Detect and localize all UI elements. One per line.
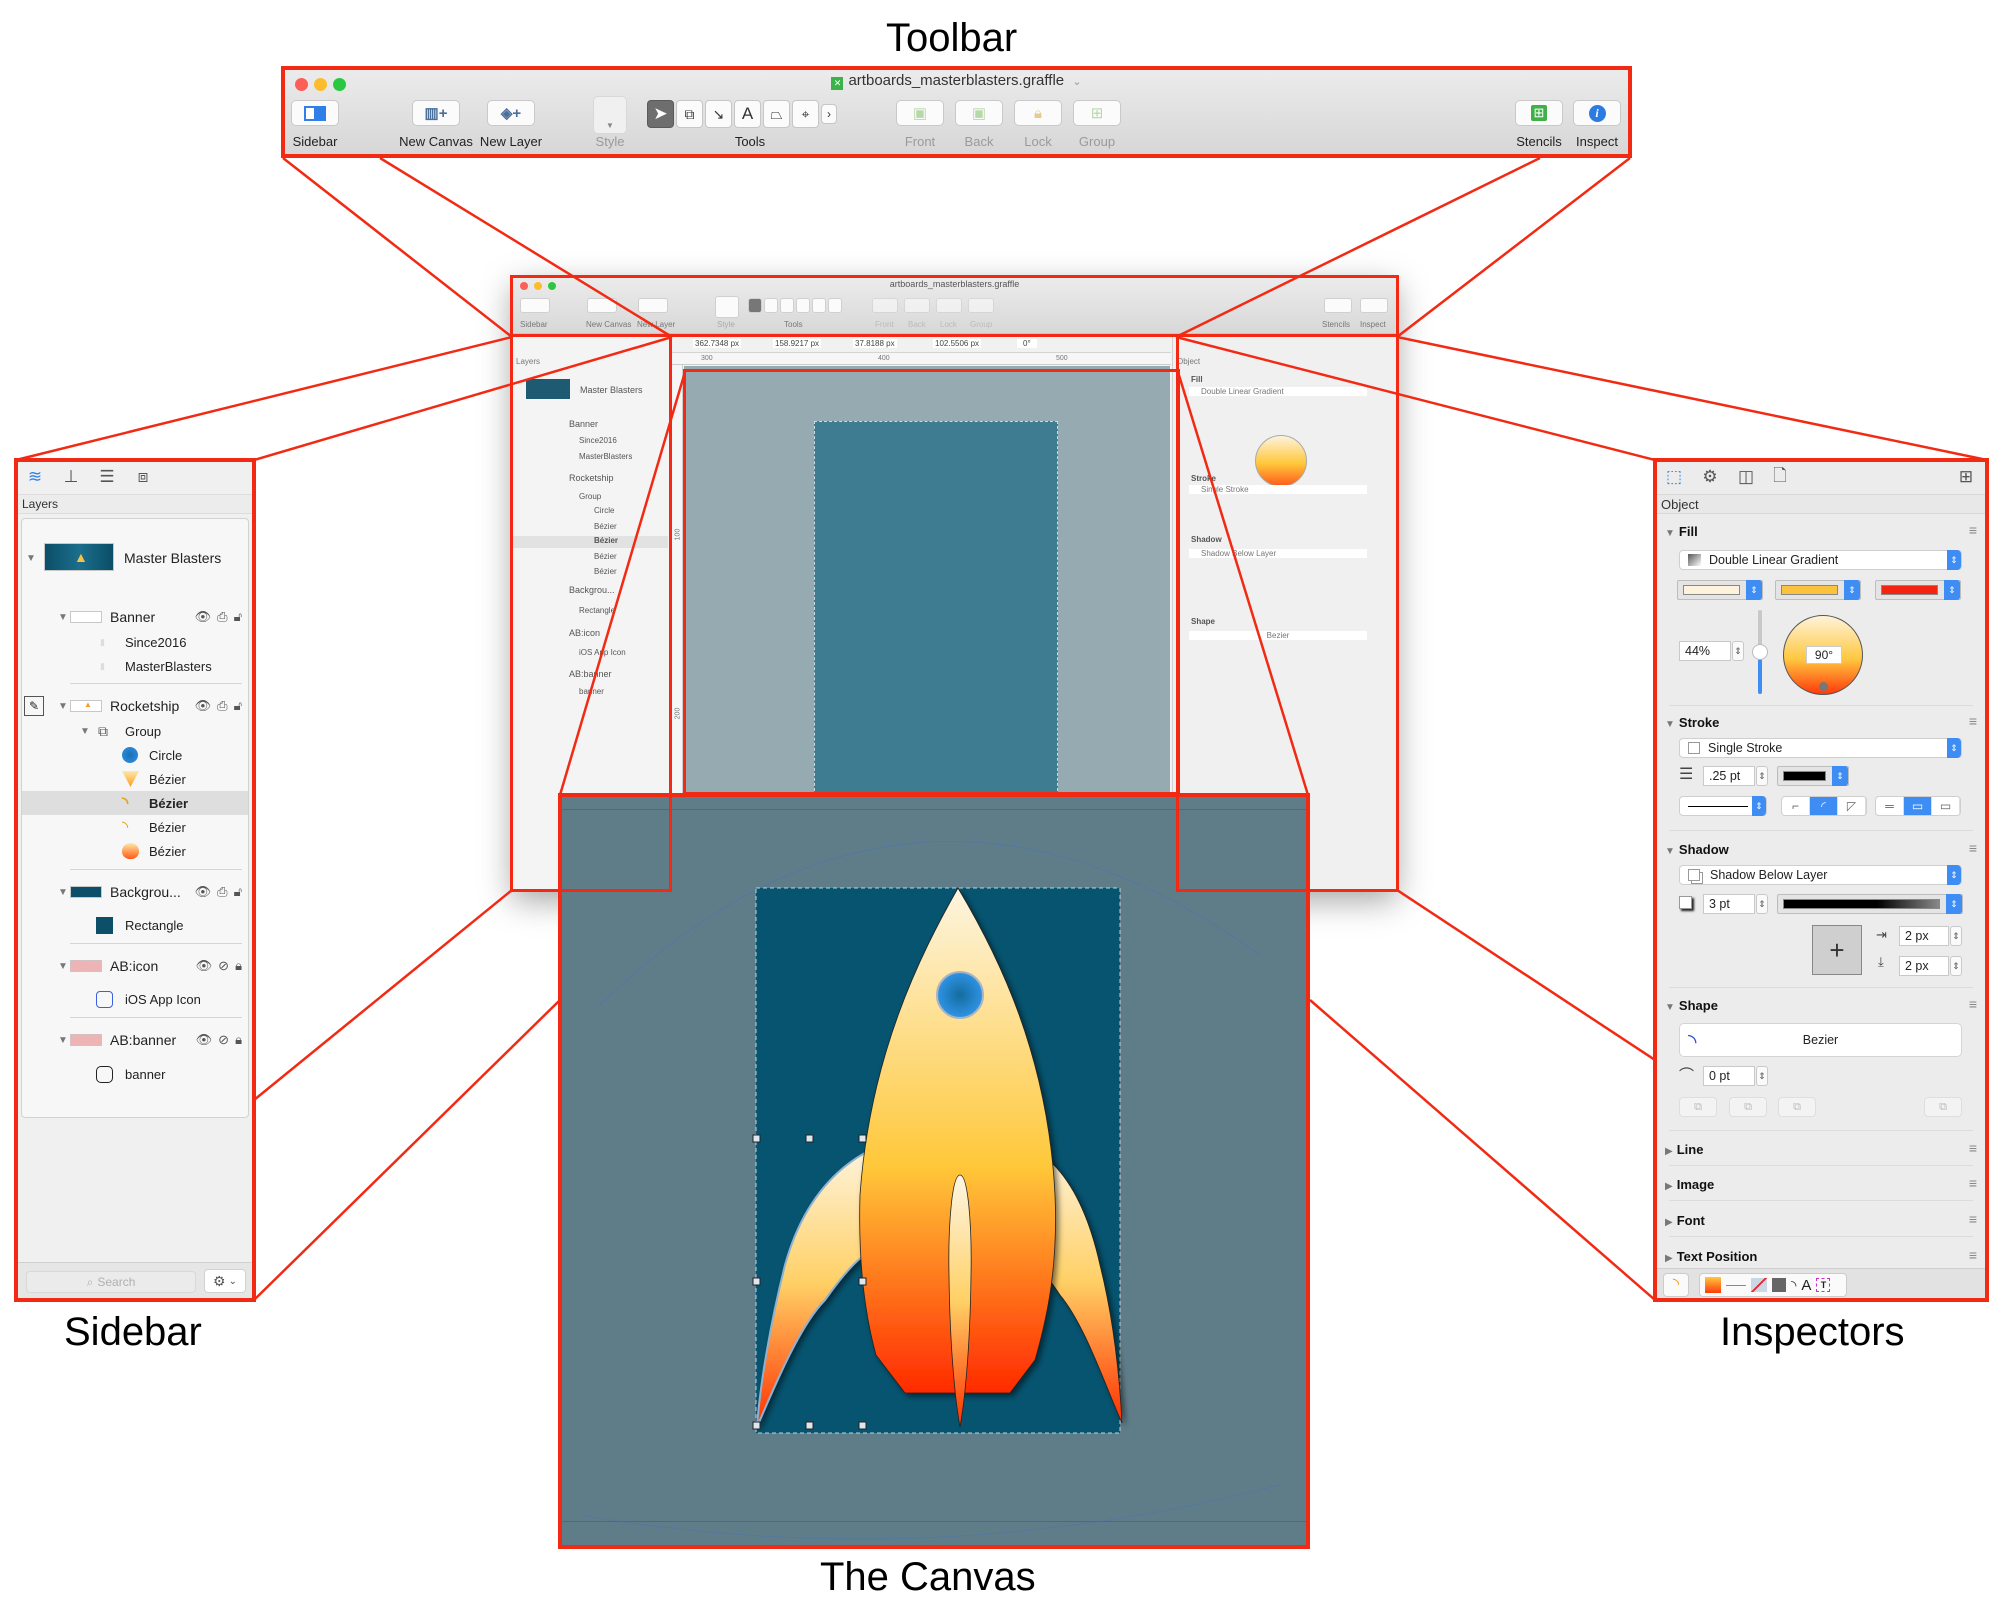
canvas-callout-box (558, 793, 1310, 1549)
toolbar-callout-label: Toolbar (886, 16, 1018, 60)
ruler-tick-200: 200 (674, 707, 682, 720)
canvas-callout-label: The Canvas (820, 1555, 1036, 1599)
sidebar-callout-label: Sidebar (64, 1310, 202, 1354)
ruler-tick-400: 400 (878, 355, 890, 362)
sidebar-callout-box (14, 458, 256, 1302)
overview-inspector-box (1176, 334, 1399, 892)
inspectors-callout-box (1653, 458, 1989, 1302)
connector-line (15, 335, 513, 462)
connector-line (253, 889, 513, 1101)
overview-rotation-field[interactable]: 0° (1017, 339, 1037, 348)
overview-x-field[interactable]: 362.7348 px (693, 339, 742, 348)
connector-line (253, 999, 561, 1301)
overview-toolbar-box (510, 275, 1399, 337)
connector-line (1396, 157, 1631, 338)
overview-canvas-box (683, 369, 1180, 795)
overview-geometry-bar: 362.7348 px 158.9217 px 37.8188 px 102.5… (671, 335, 1171, 353)
overview-width-field[interactable]: 37.8188 px (853, 339, 897, 348)
overview-horizontal-ruler: 300 400 500 (671, 353, 1171, 365)
ruler-tick-500: 500 (1056, 355, 1068, 362)
ruler-tick-100: 100 (674, 528, 682, 541)
toolbar-callout-box (281, 66, 1632, 158)
connector-line (1396, 335, 1988, 462)
overview-sidebar-box (510, 334, 672, 892)
overview-y-field[interactable]: 158.9217 px (773, 339, 822, 348)
ruler-tick-300: 300 (701, 355, 713, 362)
connector-line (282, 157, 513, 338)
overview-height-field[interactable]: 102.5506 px (933, 339, 982, 348)
connector-line (1396, 888, 1656, 1062)
connector-line (1309, 999, 1656, 1301)
inspectors-callout-label: Inspectors (1720, 1310, 1905, 1354)
